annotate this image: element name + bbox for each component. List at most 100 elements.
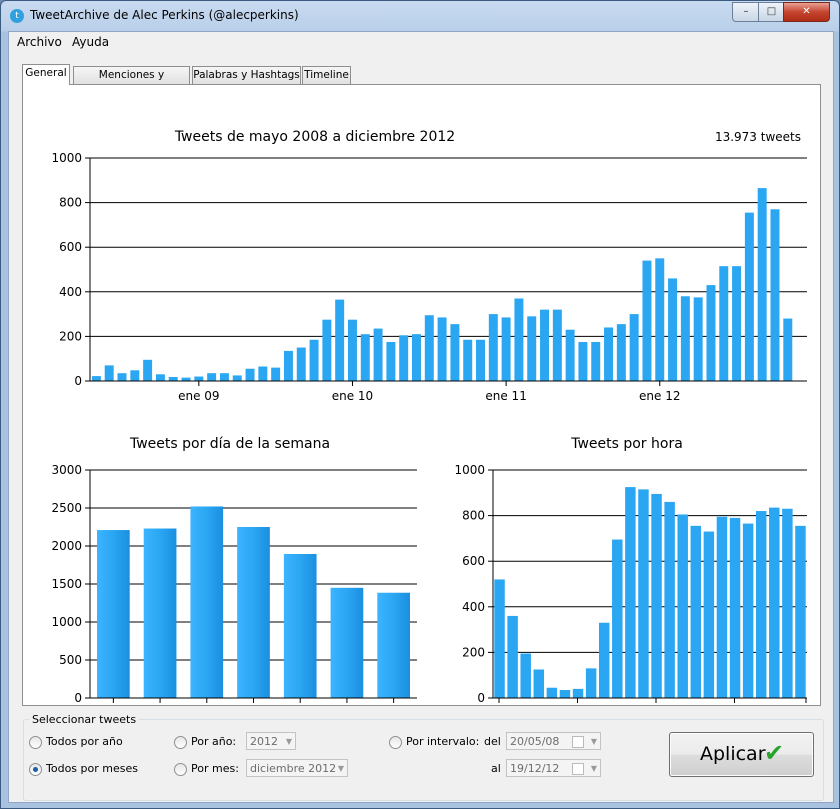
y-tick-label: 200 — [462, 645, 485, 659]
year-select-value: 2012 — [250, 735, 278, 748]
bar-2009-09 — [296, 347, 306, 381]
bar-2008-09 — [143, 359, 153, 381]
bar-11 — [638, 489, 649, 698]
bar-2010-02 — [360, 334, 370, 381]
bar-2010-09 — [450, 324, 460, 381]
bar-14 — [677, 514, 688, 698]
y-tick-label: 0 — [477, 691, 485, 705]
bar-8 — [598, 622, 610, 698]
check-icon: ✔ — [764, 739, 785, 767]
bar-2008-10 — [155, 374, 165, 381]
bar-2009-04 — [232, 375, 242, 381]
bar-2011-01 — [501, 317, 511, 381]
window-title: TweetArchive de Alec Perkins (@alecperki… — [30, 8, 299, 22]
bar-23 — [795, 525, 806, 698]
bar-5 — [559, 690, 571, 698]
bar-2011-08 — [591, 341, 601, 381]
bar-2009-08 — [283, 350, 293, 381]
client-area: Archivo Ayuda General Menciones y Retwee… — [8, 31, 834, 803]
label-by-month: Por mes: — [191, 762, 239, 775]
bar-15 — [690, 525, 702, 698]
select-tweets-legend: Seleccionar tweets — [29, 713, 140, 726]
to-date-picker[interactable]: 19/12/12 ▼ — [506, 759, 601, 777]
radio-by-interval[interactable] — [389, 736, 402, 749]
main-window: t TweetArchive de Alec Perkins (@alecper… — [0, 0, 840, 809]
bar-3 — [533, 669, 545, 698]
radio-all-by-year[interactable] — [29, 736, 42, 749]
bar-9 — [612, 539, 623, 698]
bar-2009-05 — [245, 368, 255, 381]
y-tick-label: 1000 — [51, 615, 82, 629]
radio-by-month[interactable] — [174, 763, 187, 776]
label-all-by-year: Todos por año — [46, 735, 123, 748]
bar-2010-12 — [488, 314, 498, 381]
bar-2009-12 — [335, 299, 345, 381]
x-tick-label: ene 12 — [639, 389, 680, 403]
bar-2012-11 — [783, 318, 793, 381]
menu-archivo[interactable]: Archivo — [17, 35, 62, 49]
chevron-down-icon: ▼ — [590, 737, 597, 746]
bar-21 — [769, 507, 780, 698]
chart-title: Tweets por día de la semana — [129, 436, 330, 452]
radio-by-year[interactable] — [174, 736, 187, 749]
bar-17 — [716, 516, 728, 698]
bar-7 — [585, 668, 597, 698]
bar-mié — [190, 506, 224, 698]
year-select[interactable]: 2012 ▼ — [246, 732, 296, 750]
from-date-picker[interactable]: 20/05/08 ▼ — [506, 732, 601, 750]
bar-2010-08 — [437, 317, 447, 381]
y-tick-label: 0 — [74, 691, 82, 705]
y-tick-label: 500 — [59, 653, 82, 667]
chart-title: Tweets por hora — [570, 436, 683, 452]
tab-timeline[interactable]: Timeline — [302, 66, 351, 84]
bar-2011-02 — [514, 298, 524, 381]
bar-2012-10 — [770, 209, 780, 381]
bar-2 — [520, 653, 531, 698]
minimize-button[interactable]: – — [732, 2, 760, 22]
bar-10 — [625, 487, 636, 698]
y-tick-label: 400 — [462, 600, 485, 614]
title-bar: t TweetArchive de Alec Perkins (@alecper… — [1, 1, 839, 31]
charts-canvas: Tweets de mayo 2008 a diciembre 2012 13.9… — [51, 129, 807, 705]
bar-13 — [664, 501, 675, 698]
bar-2010-03 — [373, 328, 383, 381]
maximize-button[interactable]: □ — [758, 2, 785, 22]
bar-2009-02 — [207, 373, 217, 381]
y-tick-label: 800 — [59, 196, 82, 210]
bar-2009-11 — [322, 319, 332, 381]
label-from: del — [484, 735, 501, 748]
x-tick-label: ene 09 — [178, 389, 219, 403]
bar-jue — [237, 527, 270, 698]
chevron-down-icon: ▼ — [590, 764, 597, 773]
y-tick-label: 400 — [59, 285, 82, 299]
radio-all-by-month[interactable] — [29, 763, 42, 776]
apply-button[interactable]: Aplicar ✔ — [669, 732, 814, 777]
month-select[interactable]: diciembre 2012 ▼ — [246, 759, 348, 777]
chart-total-annotation: 13.973 tweets — [715, 130, 801, 144]
bar-2009-01 — [194, 376, 204, 381]
bar-2010-06 — [412, 334, 421, 381]
label-all-by-month: Todos por meses — [46, 762, 138, 775]
y-tick-label: 800 — [462, 509, 485, 523]
bar-2011-03 — [527, 316, 537, 381]
bar-2012-04 — [693, 297, 703, 381]
tab-general[interactable]: General — [22, 64, 70, 85]
bar-18 — [729, 517, 741, 698]
y-tick-label: 3000 — [51, 463, 82, 477]
bar-2010-01 — [347, 319, 357, 381]
bar-2009-06 — [258, 366, 268, 381]
tab-palabras-hashtags[interactable]: Palabras y Hashtags — [192, 66, 301, 84]
tab-menciones-retweets[interactable]: Menciones y Retweets — [73, 66, 190, 98]
bar-16 — [703, 531, 715, 698]
bar-2012-03 — [680, 296, 690, 381]
bar-sáb — [330, 587, 364, 698]
bar-4 — [546, 687, 558, 698]
bar-2011-11 — [629, 314, 639, 381]
menu-ayuda[interactable]: Ayuda — [72, 35, 109, 49]
label-to: al — [491, 762, 501, 775]
from-date-value: 20/05/08 — [510, 735, 560, 748]
bar-2012-06 — [719, 266, 729, 381]
bar-0 — [494, 579, 505, 698]
bar-2012-09 — [757, 188, 767, 381]
close-button[interactable]: ✕ — [783, 2, 830, 22]
